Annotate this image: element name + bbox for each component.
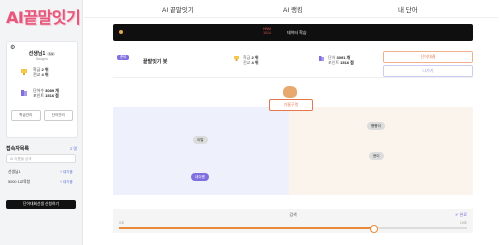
class-manage-button[interactable]: 학급관리 xyxy=(11,110,41,121)
nav-item-wordchain[interactable]: AI 끝말잇기 xyxy=(162,4,194,14)
profile-name: 선생님1 Lv xyxy=(28,51,56,57)
banner-tag: HNM 1014 xyxy=(263,27,271,35)
card-rank-stat: 학급 2 위 전교 4 위 xyxy=(243,55,259,65)
word-chip[interactable]: 빵빵이 xyxy=(367,122,385,130)
center-word[interactable]: 기름구멍 xyxy=(269,99,313,111)
slider-track[interactable] xyxy=(119,225,467,233)
slider-fill xyxy=(119,227,374,229)
nav-item-my-words[interactable]: 내 단어 xyxy=(398,4,418,14)
book-icon xyxy=(21,90,27,96)
time-slider-panel: 검색 ✔ 완료 0초 10초 xyxy=(113,209,473,233)
app-logo[interactable]: AI끝말잇기 xyxy=(6,4,81,28)
rank-stat: 학급 2 위 전교 4 위 xyxy=(33,67,49,77)
card-word-stat: 단어 3091 개 포인트 1516 점 xyxy=(328,55,354,65)
word-board: 기름구멍 이탈 내이름 빵빵이 현이 xyxy=(113,86,473,195)
word-chip-active[interactable]: 내이름 xyxy=(191,173,209,181)
sidebar: AI끝말잇기 ⚙ 선생님1 Lv Badges 학급 2 위 전교 4 위 단어수… xyxy=(0,0,83,245)
user-search-input[interactable]: AI 이름을 검색 xyxy=(6,154,76,163)
word-stat: 단어수 3089 개 포인트 1516 점 xyxy=(33,88,59,98)
status-badge: 준비 xyxy=(117,55,130,60)
level-badge: Lv xyxy=(47,51,56,56)
bear-mascot-icon xyxy=(283,86,297,98)
access-count: 2 명 xyxy=(70,146,78,151)
exit-button[interactable]: 나가기 xyxy=(383,65,473,77)
complete-check[interactable]: ✔ 완료 xyxy=(455,212,467,218)
board-region-right xyxy=(289,107,473,195)
profile-buttons: 학급관리 단어관리 xyxy=(11,110,73,121)
user-name: 선생님1 xyxy=(8,170,21,174)
access-list-title: 접속자목록 xyxy=(6,146,30,152)
slider-max-label: 10초 xyxy=(459,221,467,225)
slider-thumb[interactable] xyxy=(370,225,379,233)
word-manage-button[interactable]: 단어관리 xyxy=(43,110,73,121)
word-battle-button[interactable]: 단어대결 xyxy=(383,51,473,63)
user-wait-link[interactable]: + 대기중 xyxy=(60,180,73,185)
user-wait-link[interactable]: + 대기중 xyxy=(60,170,73,175)
word-chip[interactable]: 현이 xyxy=(369,152,384,160)
slider-min-label: 0초 xyxy=(119,221,125,225)
user-name: 5000 1교육청 xyxy=(8,180,31,184)
nav-item-ranking[interactable]: AI 랭킹 xyxy=(283,4,303,14)
trophy-icon xyxy=(21,69,27,75)
word-chip[interactable]: 이탈 xyxy=(193,136,208,144)
trophy-icon xyxy=(234,56,239,61)
nav-divider xyxy=(84,17,498,18)
profile-card: ⚙ 선생님1 Lv Badges 학급 2 위 전교 4 위 단어수 3089 개… xyxy=(6,41,78,138)
status-dot-icon xyxy=(119,30,123,34)
apply-button[interactable]: 단어대회선생 신청하기 xyxy=(6,200,76,209)
banner: HNM 1014 데이터 학습 xyxy=(113,24,473,41)
banner-text: 데이터 학습 xyxy=(287,30,307,35)
bot-title: 끝말잇기 봇 xyxy=(143,59,168,65)
profile-subtitle: Badges xyxy=(36,57,48,61)
slider-label: 검색 xyxy=(289,212,297,217)
game-card: 준비 끝말잇기 봇 학급 2 위 전교 4 위 단어 3091 개 포인트 15… xyxy=(113,47,473,78)
board-region-left xyxy=(113,107,289,195)
book-icon xyxy=(319,56,324,61)
